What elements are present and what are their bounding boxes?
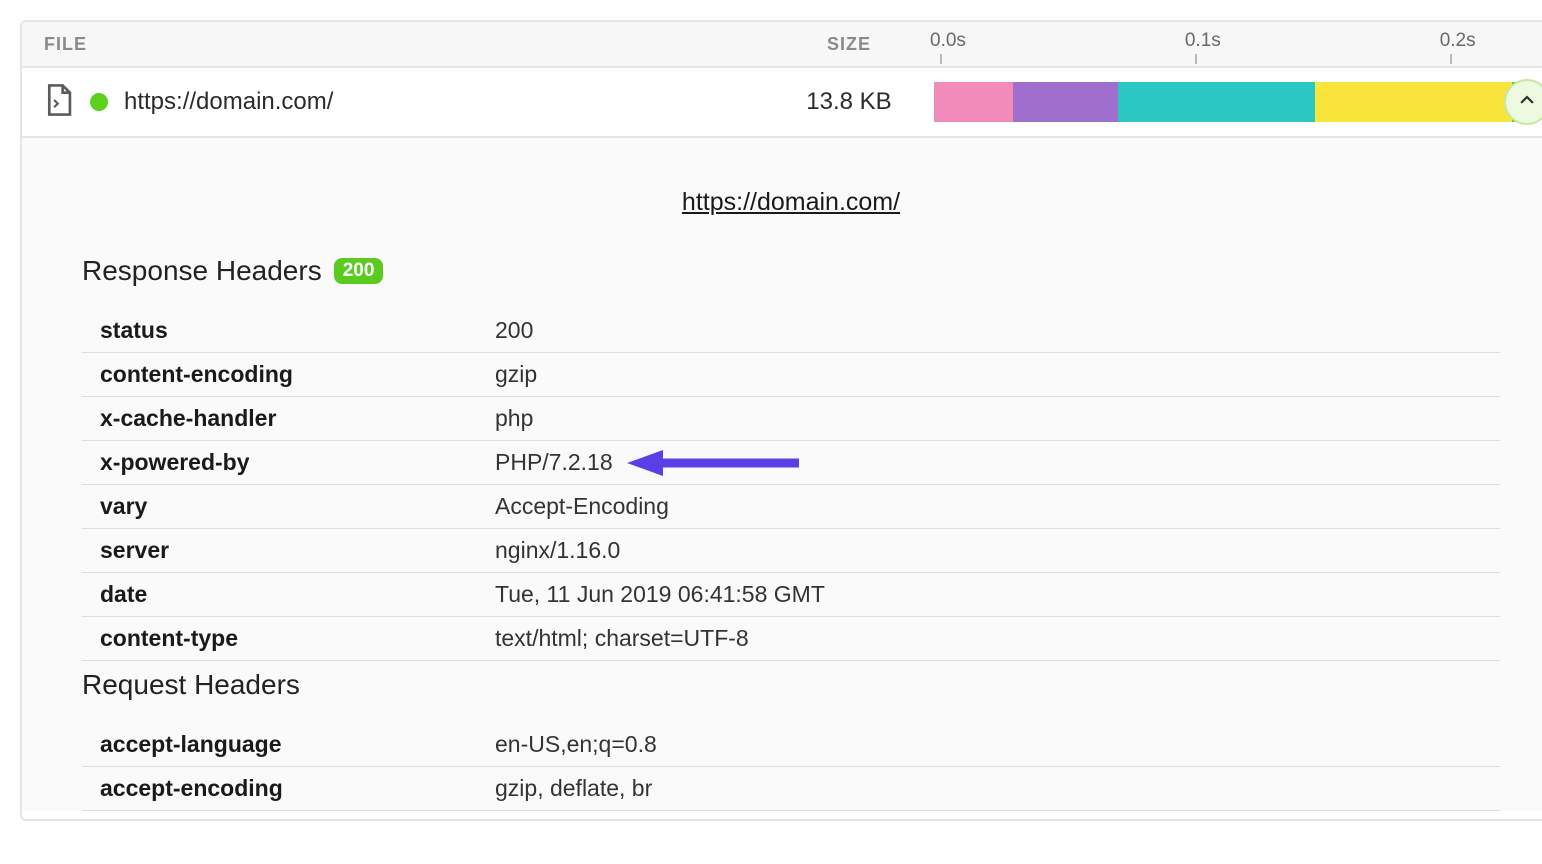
- request-row[interactable]: https://domain.com/ 13.8 KB: [22, 68, 1542, 138]
- table-row: accept-languageen-US,en;q=0.8: [82, 723, 1500, 767]
- table-header: FILE SIZE 0.0s 0.1s 0.2s: [22, 22, 1542, 68]
- timeline-segment: [1315, 82, 1512, 122]
- request-headers-title: Request Headers: [82, 669, 1500, 701]
- table-row: status200: [82, 309, 1500, 353]
- timeline-bar: [934, 82, 1538, 122]
- header-key: vary: [82, 485, 477, 529]
- table-row: content-typetext/html; charset=UTF-8: [82, 617, 1500, 661]
- annotation-arrow-icon: [627, 448, 802, 478]
- header-value: PHP/7.2.18: [477, 441, 1500, 485]
- header-value: gzip, deflate, br: [477, 767, 1500, 811]
- header-value: en-US,en;q=0.8: [477, 723, 1500, 767]
- col-header-timeline: 0.0s0.1s0.2s: [934, 32, 1538, 56]
- table-row: x-powered-byPHP/7.2.18: [82, 441, 1500, 485]
- table-row: servernginx/1.16.0: [82, 529, 1500, 573]
- timeline-segment: [1118, 82, 1315, 122]
- header-value: nginx/1.16.0: [477, 529, 1500, 573]
- header-key: date: [82, 573, 477, 617]
- request-headers-table: accept-languageen-US,en;q=0.8accept-enco…: [82, 723, 1500, 811]
- timeline-segment: [934, 82, 1013, 122]
- timeline-segment: [1013, 82, 1118, 122]
- timeline-tick: 0.1s: [1185, 30, 1221, 52]
- table-row: content-encodinggzip: [82, 353, 1500, 397]
- header-key: status: [82, 309, 477, 353]
- header-key: x-powered-by: [82, 441, 477, 485]
- col-header-file: FILE: [44, 34, 764, 55]
- status-badge: 200: [334, 258, 384, 285]
- col-header-size: SIZE: [764, 34, 934, 55]
- response-headers-title: Response Headers 200: [82, 255, 1500, 287]
- network-panel: FILE SIZE 0.0s 0.1s 0.2s https://domain.co…: [20, 20, 1542, 821]
- header-value: 200: [477, 309, 1500, 353]
- table-row: accept-encodinggzip, deflate, br: [82, 767, 1500, 811]
- timeline-tick: 0.2s: [1440, 30, 1476, 52]
- details-url[interactable]: https://domain.com/: [82, 188, 1500, 217]
- request-size: 13.8 KB: [764, 88, 934, 116]
- collapse-button[interactable]: [1504, 79, 1542, 125]
- status-dot-icon: [90, 93, 108, 111]
- table-row: x-cache-handlerphp: [82, 397, 1500, 441]
- header-key: x-cache-handler: [82, 397, 477, 441]
- header-value: text/html; charset=UTF-8: [477, 617, 1500, 661]
- header-key: content-encoding: [82, 353, 477, 397]
- request-url: https://domain.com/: [124, 88, 333, 116]
- document-icon: [44, 83, 74, 122]
- header-value: Tue, 11 Jun 2019 06:41:58 GMT: [477, 573, 1500, 617]
- table-row: varyAccept-Encoding: [82, 485, 1500, 529]
- header-value: php: [477, 397, 1500, 441]
- chevron-up-icon: [1518, 91, 1536, 114]
- header-key: server: [82, 529, 477, 573]
- table-row: dateTue, 11 Jun 2019 06:41:58 GMT: [82, 573, 1500, 617]
- header-value: gzip: [477, 353, 1500, 397]
- header-key: content-type: [82, 617, 477, 661]
- timeline-tick: 0.0s: [930, 30, 966, 52]
- header-key: accept-language: [82, 723, 477, 767]
- header-key: accept-encoding: [82, 767, 477, 811]
- file-cell: https://domain.com/: [44, 83, 764, 122]
- details-panel: https://domain.com/ Response Headers 200…: [22, 138, 1542, 811]
- header-value: Accept-Encoding: [477, 485, 1500, 529]
- response-headers-table: status200content-encodinggzipx-cache-han…: [82, 309, 1500, 661]
